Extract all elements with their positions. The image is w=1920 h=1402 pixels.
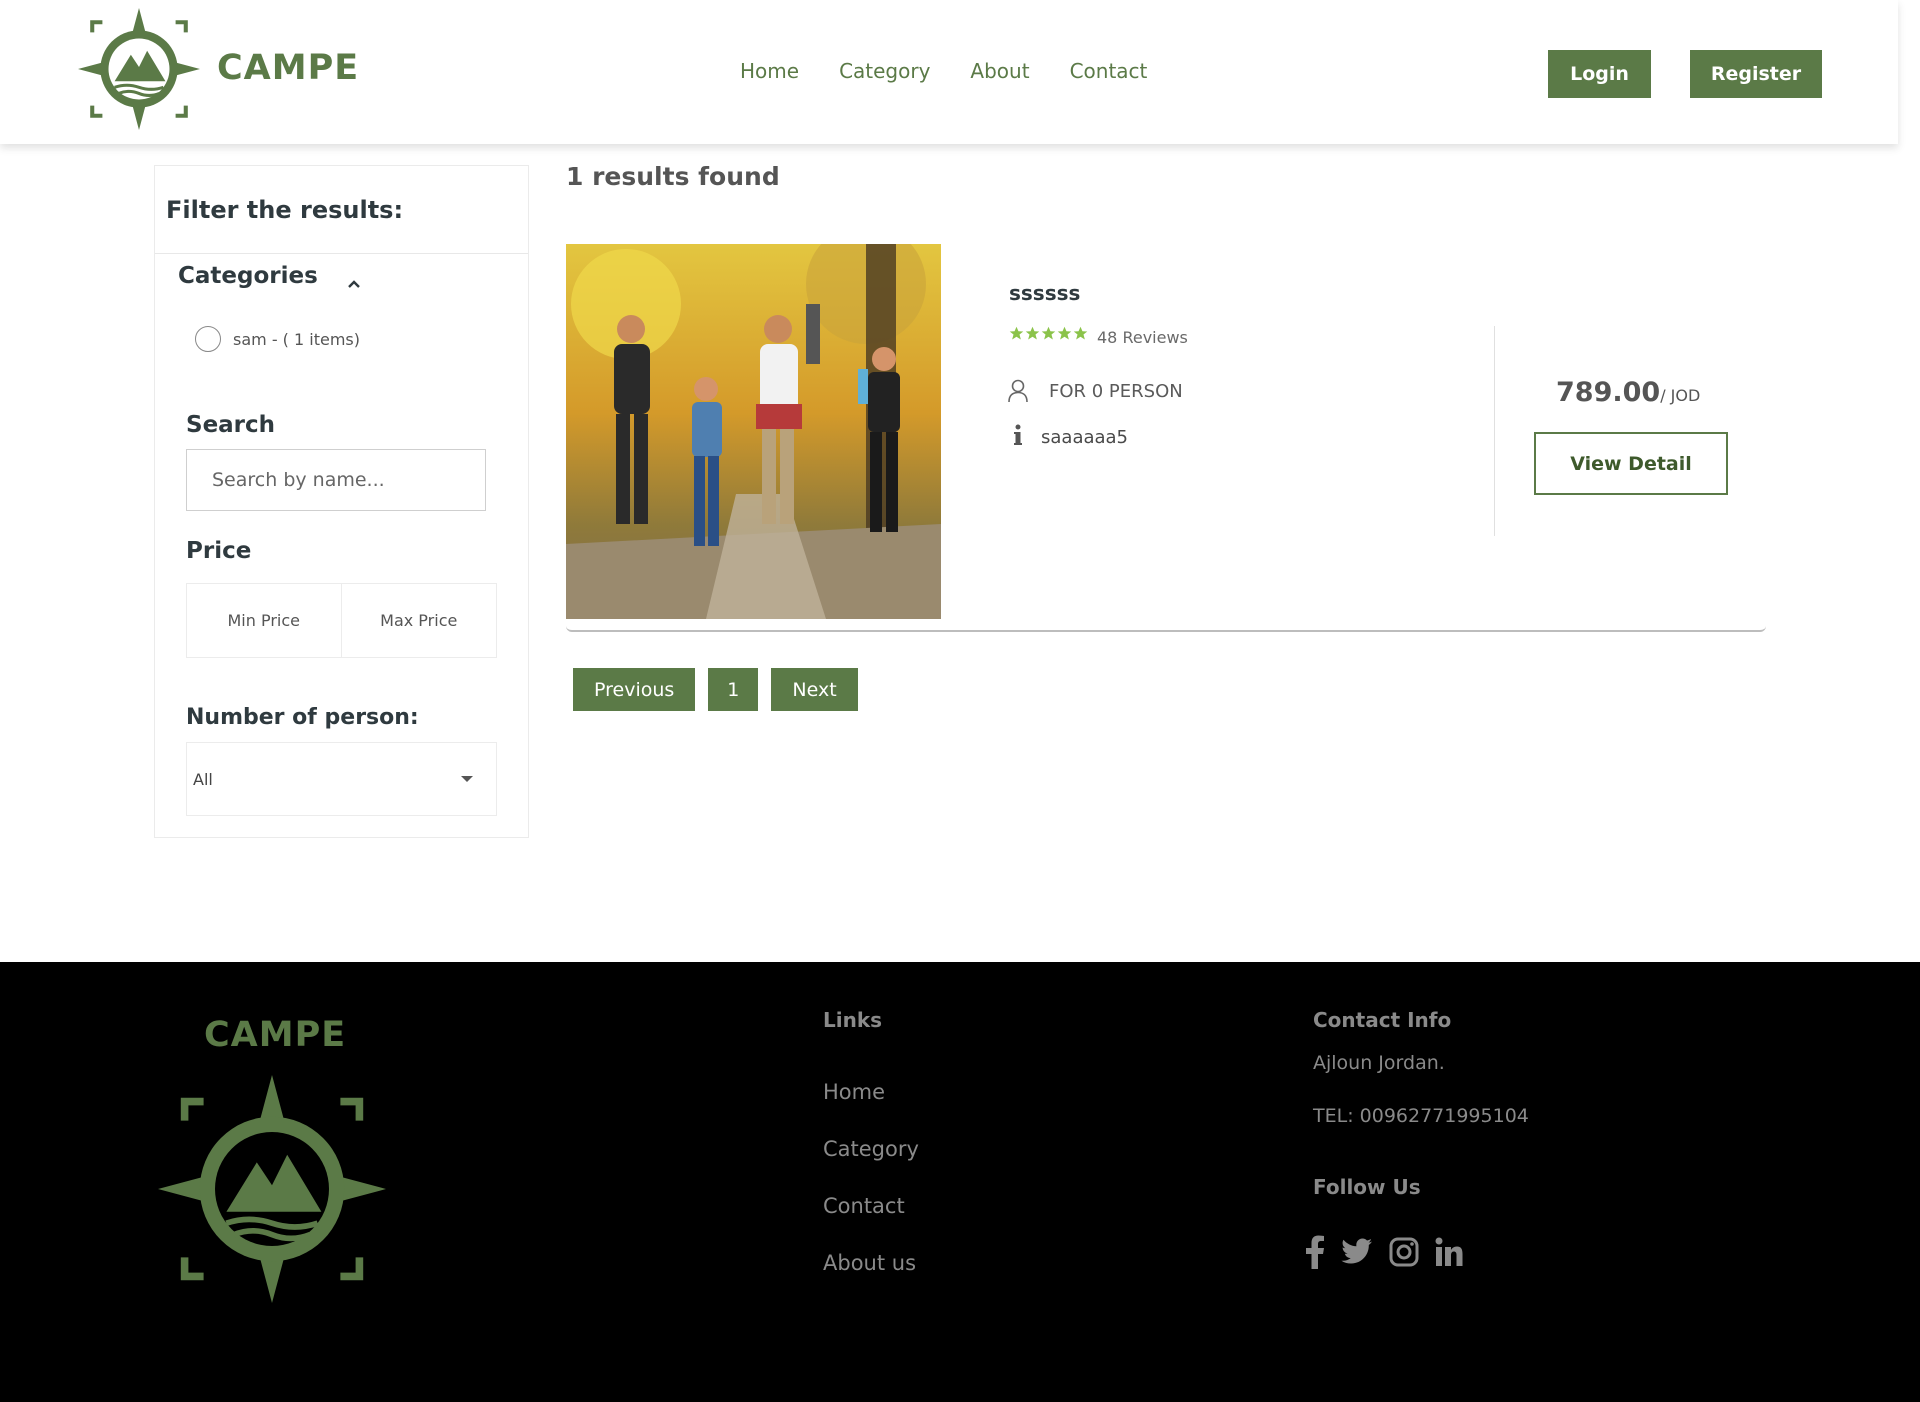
price-amount: 789.00 [1556,377,1661,408]
nav-category[interactable]: Category [839,59,930,83]
next-page-button[interactable]: Next [771,668,858,711]
main-nav: Home Category About Contact [740,59,1147,83]
view-detail-button[interactable]: View Detail [1534,432,1728,495]
filter-sidebar: Filter the results: Categories sam - ( 1… [154,165,529,838]
caret-down-icon [461,776,473,782]
divider [1494,326,1495,536]
star-icon [1041,326,1056,340]
trip-info: saaaaaa5 [1041,427,1129,448]
footer-links-title: Links [823,1008,883,1032]
pagination: Previous 1 Next [573,668,858,711]
filter-title: Filter the results: [166,196,404,224]
price-currency: / JOD [1660,386,1701,405]
linkedin-icon[interactable] [1435,1237,1463,1267]
categories-title[interactable]: Categories [178,263,318,289]
price-title: Price [186,538,252,564]
star-icon [1057,326,1072,340]
login-button[interactable]: Login [1548,50,1651,98]
social-links [1305,1235,1463,1269]
result-title[interactable]: ssssss [1009,281,1080,305]
contact-info-title: Contact Info [1313,1008,1452,1032]
star-icon [1025,326,1040,340]
compass-logo-icon [158,1075,386,1303]
persons-select[interactable]: All [186,742,497,816]
star-icon [1009,326,1024,340]
search-input[interactable] [186,449,486,511]
address-text: Ajloun Jordan. [1313,1052,1445,1074]
persons-title: Number of person: [186,705,419,730]
trip-photo[interactable] [566,244,941,619]
price-value: 789.00/ JOD [1556,377,1700,408]
search-title: Search [186,412,276,438]
category-label[interactable]: sam - ( 1 items) [233,330,360,349]
persons-selected-value: All [193,770,213,789]
category-radio[interactable] [195,326,221,352]
register-button[interactable]: Register [1690,50,1822,98]
reviews-count: 48 Reviews [1097,328,1188,347]
facebook-icon[interactable] [1305,1235,1325,1269]
site-footer: CAMPE Links Home Category Contact About … [0,962,1920,1402]
result-card: ssssss 48 Reviews FOR 0 PERSON saaaaaa5 … [566,244,1766,632]
footer-brand: CAMPE [204,1015,347,1055]
chevron-up-icon[interactable] [347,279,361,289]
follow-us-title: Follow Us [1313,1175,1421,1199]
twitter-icon[interactable] [1341,1238,1373,1266]
results-count: 1 results found [566,162,780,191]
footer-link-about[interactable]: About us [823,1251,919,1275]
nav-contact[interactable]: Contact [1070,59,1148,83]
divider [155,253,528,254]
site-header: CAMPE Home Category About Contact Login … [0,0,1898,144]
footer-link-home[interactable]: Home [823,1080,919,1104]
footer-links: Home Category Contact About us [823,1080,919,1275]
max-price-input[interactable] [341,584,496,657]
star-icon [1073,326,1088,340]
page-number-button[interactable]: 1 [708,668,759,711]
price-range [186,583,497,658]
info-icon [1014,424,1022,445]
footer-link-category[interactable]: Category [823,1137,919,1161]
persons-capacity: FOR 0 PERSON [1049,381,1183,402]
previous-page-button[interactable]: Previous [573,668,696,711]
nav-home[interactable]: Home [740,59,799,83]
min-price-input[interactable] [187,584,342,657]
footer-link-contact[interactable]: Contact [823,1194,919,1218]
brand-name[interactable]: CAMPE [217,48,359,88]
person-icon [1008,379,1028,403]
instagram-icon[interactable] [1389,1237,1419,1267]
phone-text: TEL: 00962771995104 [1313,1105,1529,1127]
nav-about[interactable]: About [970,59,1029,83]
rating-stars [1009,326,1088,341]
compass-logo-icon[interactable] [78,8,200,130]
